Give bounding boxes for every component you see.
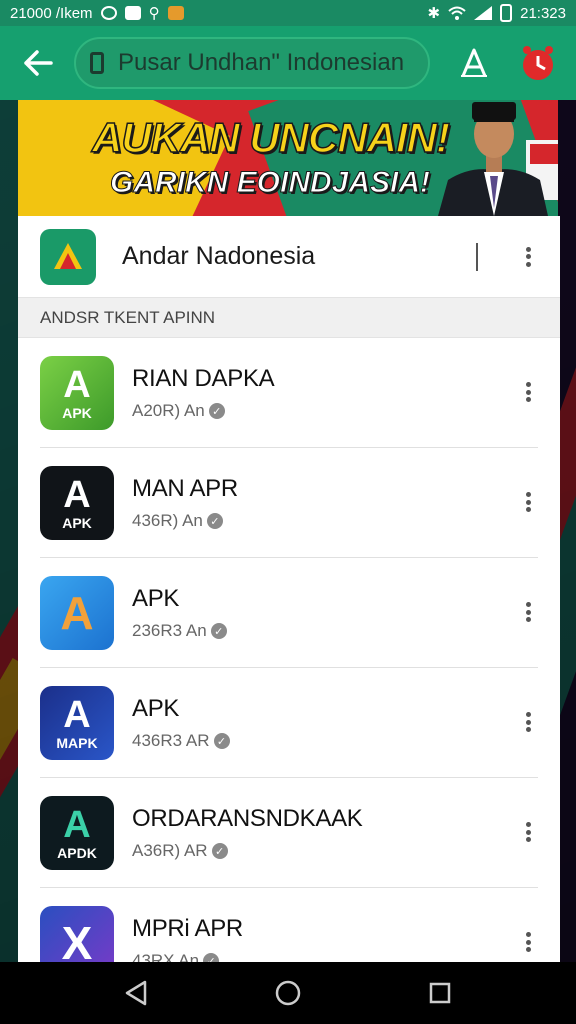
orange-app-icon	[167, 6, 184, 20]
square-recents-icon	[429, 982, 451, 1004]
navigation-bar	[0, 962, 576, 1024]
app-meta: A36R) AR	[132, 841, 208, 860]
more-options-icon[interactable]	[518, 490, 538, 514]
notification-icon	[100, 6, 117, 20]
more-options-icon[interactable]	[518, 245, 538, 269]
usb-icon: ⚲	[148, 5, 160, 22]
card-title: Andar Nadonesia	[122, 242, 316, 270]
app-list: A APK RIAN DAPKA A20R) An ✓ A APK MAN APR…	[18, 338, 560, 962]
nav-back-button[interactable]	[116, 973, 156, 1013]
app-name: ORDARANSNDKAAK	[132, 805, 363, 832]
more-options-icon[interactable]	[518, 710, 538, 734]
app-icon: A MAPK	[40, 686, 114, 760]
app-meta: 436R) An	[132, 511, 203, 530]
list-item[interactable]: X MPRi APR 43RX An ✓	[18, 888, 560, 962]
banner-headline: AUKAN UNCNAIN!	[91, 113, 450, 162]
scroll-indicator	[476, 242, 478, 271]
list-item[interactable]: A APK 236R3 An ✓	[18, 558, 560, 668]
app-name: RIAN DAPKA	[132, 365, 275, 392]
battery-icon	[500, 4, 513, 22]
app-icon: A APDK	[40, 796, 114, 870]
list-item[interactable]: A MAPK APK 436R3 AR ✓	[18, 668, 560, 778]
app-name: APK	[132, 695, 180, 722]
more-options-icon[interactable]	[518, 820, 538, 844]
more-options-icon[interactable]	[518, 380, 538, 404]
font-a-button[interactable]	[450, 39, 498, 87]
nav-home-button[interactable]	[268, 973, 308, 1013]
more-options-icon[interactable]	[518, 600, 538, 624]
alarm-icon	[523, 46, 553, 80]
status-bar: 21000 /Ikem ⚲ ✱ 21:323	[0, 0, 576, 26]
app-list-card: Andar Nadonesia ANDSR TKENT APINN A APK …	[18, 216, 560, 962]
app-name: APK	[132, 585, 180, 612]
triangle-back-icon	[125, 980, 147, 1006]
lock-icon	[90, 52, 104, 74]
search-bar[interactable]: Pusar Undhan" Indonesian	[74, 37, 430, 89]
app-meta: A20R) An	[132, 401, 205, 420]
signal-icon	[474, 6, 493, 20]
verified-check-icon: ✓	[211, 843, 228, 859]
store-logo-icon	[40, 228, 96, 285]
app-icon: A APK	[40, 466, 114, 540]
verified-check-icon: ✓	[203, 953, 220, 962]
list-item[interactable]: A APDK ORDARANSNDKAAK A36R) AR ✓	[18, 778, 560, 888]
app-name: MAN APR	[132, 475, 238, 502]
verified-check-icon: ✓	[208, 403, 225, 419]
bluetooth-icon: ✱	[427, 5, 441, 22]
app-meta: 43RX An	[132, 951, 200, 962]
status-left-text: 21000 /Ikem	[10, 4, 93, 22]
back-button[interactable]	[10, 35, 66, 91]
list-item[interactable]: A APK MAN APR 436R) An ✓	[18, 448, 560, 558]
app-bar: Pusar Undhan" Indonesian	[0, 26, 576, 100]
wifi-icon	[448, 6, 466, 20]
app-meta: 236R3 An	[132, 621, 207, 640]
more-options-icon[interactable]	[518, 930, 538, 954]
app-name: MPRi APR	[132, 915, 243, 942]
section-label: ANDSR TKENT APINN	[18, 298, 560, 338]
card-header: Andar Nadonesia	[18, 216, 560, 298]
person-photo	[438, 102, 558, 216]
circle-home-icon	[275, 980, 301, 1006]
app-meta: 436R3 AR	[132, 731, 210, 750]
font-a-icon	[461, 48, 487, 77]
app-icon: X	[40, 906, 114, 962]
app-icon: A APK	[40, 356, 114, 430]
promo-banner[interactable]: AUKAN UNCNAIN! GARIKN EOINDJASIA!	[18, 100, 558, 216]
app-notification-icon	[124, 6, 141, 20]
nav-recents-button[interactable]	[420, 973, 460, 1013]
arrow-left-icon	[24, 50, 53, 76]
banner-subline: GARIKN EOINDJASIA!	[109, 166, 431, 200]
verified-check-icon: ✓	[213, 733, 230, 749]
clock: 21:323	[520, 4, 566, 22]
verified-check-icon: ✓	[206, 513, 223, 529]
alarm-button[interactable]	[514, 39, 562, 87]
verified-check-icon: ✓	[210, 623, 227, 639]
app-icon: A	[40, 576, 114, 650]
list-item[interactable]: A APK RIAN DAPKA A20R) An ✓	[18, 338, 560, 448]
search-text: Pusar Undhan" Indonesian	[118, 49, 405, 76]
